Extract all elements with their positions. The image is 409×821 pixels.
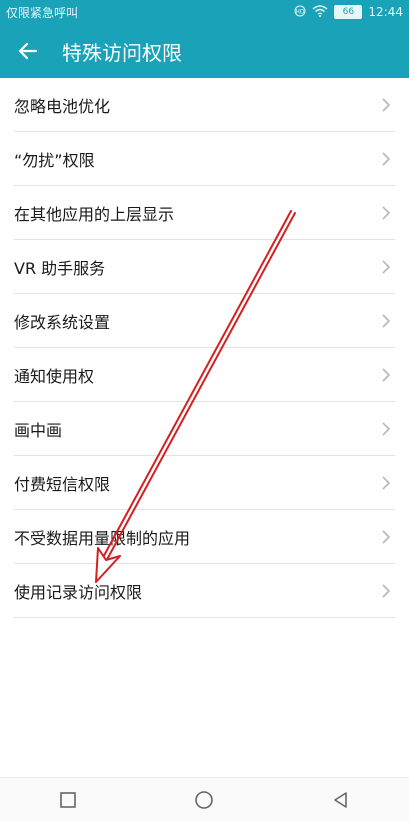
list-item-label: 在其他应用的上层显示 [14,205,175,224]
list-item-picture-in-picture[interactable]: 画中画 [0,402,409,456]
carrier-text: 仅限紧急呼叫 [6,5,79,20]
home-button[interactable] [184,780,224,820]
list-item-premium-sms[interactable]: 付费短信权限 [0,456,409,510]
clock-time: 12:44 [368,5,403,19]
list-item-label: 付费短信权限 [14,475,111,494]
list-item-notification-access[interactable]: 通知使用权 [0,348,409,402]
list-item-usage-access[interactable]: 使用记录访问权限 [0,564,409,618]
list-item-label: 通知使用权 [14,367,95,386]
chevron-right-icon [382,584,391,598]
list-item-unrestricted-data[interactable]: 不受数据用量限制的应用 [0,510,409,564]
status-icons: HD 66 12:44 [294,4,403,20]
triangle-back-icon [334,791,347,808]
list-item-label: 修改系统设置 [14,313,111,332]
chevron-right-icon [382,260,391,274]
recents-button[interactable] [48,780,88,820]
list-item-label: 忽略电池优化 [14,97,111,116]
list-item-draw-over-apps[interactable]: 在其他应用的上层显示 [0,186,409,240]
back-nav-button[interactable] [321,780,361,820]
list-item-modify-system-settings[interactable]: 修改系统设置 [0,294,409,348]
chevron-right-icon [382,422,391,436]
square-recents-icon [60,791,76,808]
list-item-battery-optimization[interactable]: 忽略电池优化 [0,78,409,132]
list-item-do-not-disturb[interactable]: “勿扰”权限 [0,132,409,186]
chevron-right-icon [382,206,391,220]
chevron-right-icon [382,476,391,490]
list-item-label: “勿扰”权限 [14,151,95,170]
chevron-right-icon [382,152,391,166]
back-button[interactable] [0,24,56,78]
battery-icon: 66 [334,5,363,19]
list-item-label: VR 助手服务 [14,259,106,278]
settings-list: 忽略电池优化 “勿扰”权限 在其他应用的上层显示 VR 助手服务 修改系统设置 … [0,78,409,618]
chevron-right-icon [382,314,391,328]
svg-text:HD: HD [296,8,306,15]
list-item-vr-helper[interactable]: VR 助手服务 [0,240,409,294]
chevron-right-icon [382,98,391,112]
list-item-label: 使用记录访问权限 [14,583,143,602]
status-bar: 仅限紧急呼叫 HD 66 12:44 [0,0,409,24]
circle-home-icon [195,790,214,809]
chevron-right-icon [382,530,391,544]
list-item-label: 画中画 [14,421,63,440]
wifi-icon [312,4,328,20]
app-bar: 特殊访问权限 [0,24,409,78]
system-nav-bar [0,777,409,821]
list-item-label: 不受数据用量限制的应用 [14,529,191,548]
page-title: 特殊访问权限 [62,40,182,65]
hd-icon: HD [294,5,306,20]
chevron-right-icon [382,368,391,382]
arrow-left-icon [18,42,38,60]
